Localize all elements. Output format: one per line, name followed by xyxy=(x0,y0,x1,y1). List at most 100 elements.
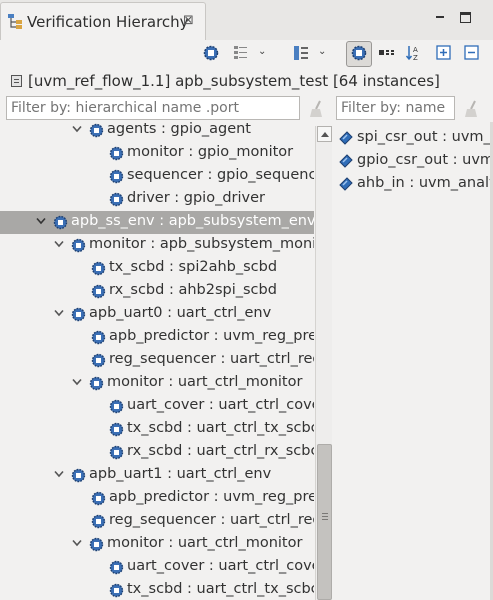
tree-row[interactable]: reg_sequencer : uart_ctrl_reg xyxy=(0,349,314,372)
tree-row-label: reg_sequencer : uart_ctrl_reg xyxy=(109,512,314,528)
tree-row-label: uart_cover : uart_ctrl_cove xyxy=(127,397,314,413)
tree-row-label: rx_scbd : ahb2spi_scbd xyxy=(109,282,277,298)
layout-list-icon[interactable] xyxy=(232,44,250,62)
scroll-thumb[interactable] xyxy=(317,444,332,600)
component-icon xyxy=(89,376,104,391)
expand-twisty-icon[interactable] xyxy=(71,376,83,388)
expand-twisty-icon[interactable] xyxy=(71,123,83,135)
clear-port-filter-icon[interactable] xyxy=(464,100,480,118)
component-icon xyxy=(91,353,106,368)
expand-all-icon[interactable] xyxy=(435,44,453,62)
tree-row-label: monitor : gpio_monitor xyxy=(127,144,294,160)
columns-dropdown-icon[interactable]: ⌄ xyxy=(318,46,326,57)
component-icon xyxy=(89,123,104,138)
tree-row[interactable]: apb_ss_env : apb_subsystem_env xyxy=(0,211,314,234)
analysis-port-icon xyxy=(339,154,353,168)
tree-row[interactable]: tx_scbd : uart_ctrl_tx_scbc xyxy=(0,418,314,441)
tree-row[interactable]: agents : gpio_agent xyxy=(0,122,314,142)
tree-row-label: apb_uart0 : uart_ctrl_env xyxy=(89,305,272,321)
component-icon xyxy=(109,583,124,598)
connections-icon[interactable] xyxy=(378,44,396,62)
tree-row-label: apb_uart1 : uart_ctrl_env xyxy=(89,466,272,482)
component-icon xyxy=(109,445,124,460)
tree-row[interactable]: tx_scbd : spi2ahb_scbd xyxy=(0,257,314,280)
tree-row[interactable]: apb_predictor : uvm_reg_pre xyxy=(0,487,314,510)
port-row[interactable]: ahb_in : uvm_analy xyxy=(334,173,493,196)
tab-close-icon[interactable]: ⊠ xyxy=(183,13,194,28)
port-label: spi_csr_out : uvm_a xyxy=(357,129,493,145)
tab-verification-hierarchy[interactable]: Verification Hierarchy ⊠ xyxy=(0,2,206,40)
hierarchy-tree: agents : gpio_agentmonitor : gpio_monito… xyxy=(0,122,314,600)
minimize-icon[interactable] xyxy=(434,10,448,24)
svg-text:Z: Z xyxy=(413,54,418,62)
tree-row[interactable]: uart_cover : uart_ctrl_cove xyxy=(0,556,314,579)
tab-title: Verification Hierarchy xyxy=(27,13,189,31)
tree-row-label: tx_scbd : spi2ahb_scbd xyxy=(109,259,278,275)
component-icon xyxy=(109,422,124,437)
tree-row[interactable]: driver : gpio_driver xyxy=(0,188,314,211)
show-ports-icon[interactable] xyxy=(350,44,368,62)
component-icon xyxy=(89,537,104,552)
hierarchy-filter-input[interactable] xyxy=(6,96,300,120)
component-icon xyxy=(91,261,106,276)
tree-row[interactable]: rx_scbd : uart_ctrl_rx_scbc xyxy=(0,441,314,464)
tree-row[interactable]: rx_scbd : ahb2spi_scbd xyxy=(0,280,314,303)
tree-row[interactable]: uart_cover : uart_ctrl_cove xyxy=(0,395,314,418)
component-icon xyxy=(53,215,68,230)
tree-row-label: apb_predictor : uvm_reg_pre xyxy=(109,328,314,344)
expand-twisty-icon[interactable] xyxy=(35,215,47,227)
component-icon xyxy=(109,560,124,575)
ports-list: spi_csr_out : uvm_a gpio_csr_out : uvm ahb… xyxy=(334,126,493,600)
tree-row[interactable]: sequencer : gpio_sequencer xyxy=(0,165,314,188)
view-tab-bar: Verification Hierarchy ⊠ xyxy=(0,0,493,40)
tree-row[interactable]: monitor : uart_ctrl_monitor xyxy=(0,372,314,395)
tree-row[interactable]: apb_uart0 : uart_ctrl_env xyxy=(0,303,314,326)
component-icon xyxy=(91,514,106,529)
tree-row[interactable]: apb_uart1 : uart_ctrl_env xyxy=(0,464,314,487)
tree-row-label: monitor : apb_subsystem_moni xyxy=(89,236,314,252)
analysis-port-icon xyxy=(339,131,353,145)
test-icon xyxy=(11,75,22,87)
sort-az-icon[interactable]: A Z xyxy=(405,44,423,62)
expand-twisty-icon[interactable] xyxy=(53,238,65,250)
component-icon xyxy=(71,307,86,322)
tree-row-label: tx_scbd : uart_ctrl_tx_scbc xyxy=(127,581,314,597)
tree-row-label: apb_ss_env : apb_subsystem_env xyxy=(71,213,314,229)
component-icon xyxy=(91,284,106,299)
tree-row[interactable]: monitor : gpio_monitor xyxy=(0,142,314,165)
maximize-icon[interactable] xyxy=(460,12,471,23)
component-icon xyxy=(71,238,86,253)
tree-row-label: driver : gpio_driver xyxy=(127,190,265,206)
layout-dropdown-icon[interactable]: ⌄ xyxy=(258,46,266,57)
expand-twisty-icon[interactable] xyxy=(53,468,65,480)
expand-twisty-icon[interactable] xyxy=(53,307,65,319)
tree-row-label: apb_predictor : uvm_reg_pre xyxy=(109,489,314,505)
layout-columns-icon[interactable] xyxy=(292,44,310,62)
hierarchy-icon xyxy=(8,14,22,29)
component-icon xyxy=(109,146,124,161)
tree-row[interactable]: tx_scbd : uart_ctrl_tx_scbc xyxy=(0,579,314,600)
expand-twisty-icon[interactable] xyxy=(71,537,83,549)
component-icon xyxy=(71,468,86,483)
port-row[interactable]: gpio_csr_out : uvm xyxy=(334,150,493,173)
hierarchy-summary: [uvm_ref_flow_1.1] apb_subsystem_test [6… xyxy=(0,70,493,94)
tree-row[interactable]: monitor : uart_ctrl_monitor xyxy=(0,533,314,556)
component-icon xyxy=(109,399,124,414)
port-row[interactable]: spi_csr_out : uvm_a xyxy=(334,127,493,150)
svg-text:A: A xyxy=(413,46,418,54)
tree-row-label: sequencer : gpio_sequencer xyxy=(127,167,314,183)
tree-row-label: rx_scbd : uart_ctrl_rx_scbc xyxy=(127,443,314,459)
port-filter-input[interactable] xyxy=(336,96,455,120)
collapse-all-icon[interactable] xyxy=(463,44,481,62)
clear-filter-icon[interactable] xyxy=(309,100,325,118)
tree-row[interactable]: apb_predictor : uvm_reg_pre xyxy=(0,326,314,349)
component-icon[interactable] xyxy=(202,44,220,62)
view-toolbar: ⌄ ⌄ A Z xyxy=(0,40,493,68)
scroll-up-arrow[interactable] xyxy=(317,126,332,142)
component-icon xyxy=(91,330,106,345)
tree-scrollbar[interactable] xyxy=(315,126,332,600)
tree-row[interactable]: reg_sequencer : uart_ctrl_reg xyxy=(0,510,314,533)
analysis-port-icon xyxy=(339,177,353,191)
tree-row[interactable]: monitor : apb_subsystem_moni xyxy=(0,234,314,257)
tree-row-label: agents : gpio_agent xyxy=(107,122,251,137)
